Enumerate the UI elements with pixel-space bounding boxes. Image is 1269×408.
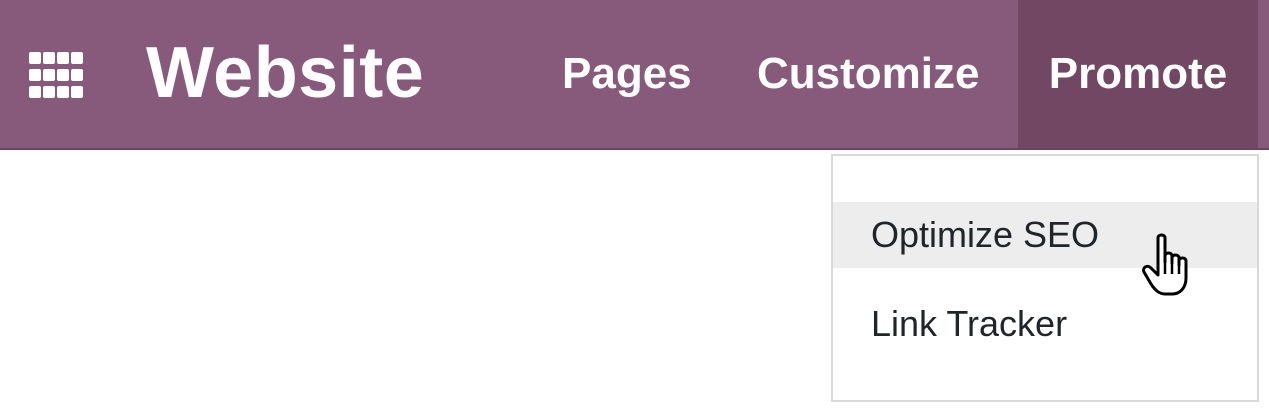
apps-grid-icon[interactable] — [29, 52, 85, 98]
menu-promote[interactable]: Promote — [1018, 0, 1258, 148]
promote-dropdown-menu: Optimize SEO Link Tracker — [831, 154, 1259, 402]
dropdown-item-link-tracker[interactable]: Link Tracker — [833, 291, 1257, 357]
menu-customize[interactable]: Customize — [757, 0, 979, 148]
app-brand-title[interactable]: Website — [146, 28, 424, 118]
dropdown-item-optimize-seo[interactable]: Optimize SEO — [833, 202, 1257, 268]
menu-pages[interactable]: Pages — [562, 0, 692, 148]
top-navbar: Website Pages Customize Promote — [0, 0, 1269, 150]
